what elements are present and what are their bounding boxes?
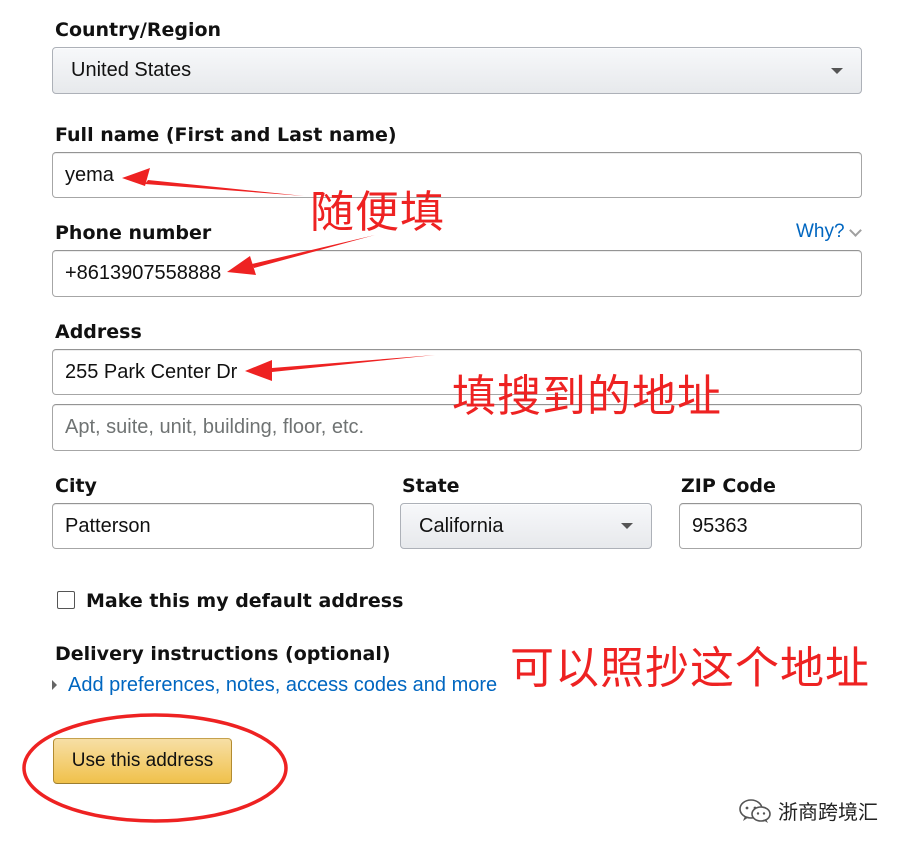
chevron-down-icon xyxy=(848,223,862,237)
full-name-label: Full name (First and Last name) xyxy=(55,124,397,146)
country-select-value: United States xyxy=(71,59,192,81)
phone-why-text: Why? xyxy=(796,221,845,242)
state-label: State xyxy=(402,475,460,497)
country-label: Country/Region xyxy=(55,19,222,41)
phone-input[interactable]: +8613907558888 xyxy=(52,250,862,297)
full-name-input[interactable]: yema xyxy=(52,152,862,198)
delivery-instructions-label: Delivery instructions (optional) xyxy=(55,643,391,665)
state-select-value: California xyxy=(419,514,504,537)
city-input[interactable]: Patterson xyxy=(52,503,374,549)
address-line1-value: 255 Park Center Dr xyxy=(65,360,238,383)
phone-label: Phone number xyxy=(55,222,212,244)
chevron-down-icon xyxy=(831,67,843,74)
use-this-address-button[interactable]: Use this address xyxy=(53,738,232,784)
wechat-icon xyxy=(739,798,771,823)
zip-input[interactable]: 95363 xyxy=(679,503,862,549)
city-value: Patterson xyxy=(65,514,151,537)
state-select[interactable]: California xyxy=(400,503,652,549)
address-label: Address xyxy=(55,321,142,343)
address-line2-placeholder: Apt, suite, unit, building, floor, etc. xyxy=(65,416,365,438)
country-select[interactable]: United States xyxy=(52,47,862,94)
full-name-value: yema xyxy=(65,163,114,186)
chevron-down-icon xyxy=(621,523,633,529)
default-address-label[interactable]: Make this my default address xyxy=(86,590,403,612)
zip-value: 95363 xyxy=(692,514,748,537)
phone-value: +8613907558888 xyxy=(65,262,222,284)
watermark-text: 浙商跨境汇 xyxy=(778,800,878,824)
annotation-address-note: 填搜到的地址 xyxy=(452,371,722,422)
delivery-preferences-link[interactable]: Add preferences, notes, access codes and… xyxy=(68,674,497,697)
city-label: City xyxy=(55,475,97,497)
watermark: 浙商跨境汇 xyxy=(738,796,878,825)
annotation-name-note: 随便填 xyxy=(310,187,445,238)
zip-label: ZIP Code xyxy=(681,475,776,497)
phone-why-link[interactable]: Why? xyxy=(796,221,862,243)
default-address-checkbox[interactable] xyxy=(57,591,75,609)
expand-triangle-icon[interactable] xyxy=(52,680,57,690)
use-this-address-label: Use this address xyxy=(71,750,214,771)
annotation-copy-note: 可以照抄这个地址 xyxy=(510,643,870,694)
